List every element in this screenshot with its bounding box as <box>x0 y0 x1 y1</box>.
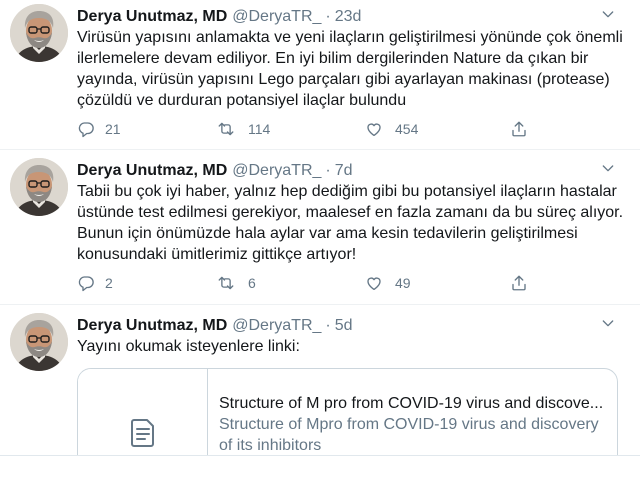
tweet-divider <box>0 304 640 305</box>
avatar-image <box>10 158 68 216</box>
reply-button[interactable] <box>77 272 95 294</box>
more-options-button[interactable] <box>600 6 616 22</box>
reply-icon <box>78 276 94 292</box>
chevron-down-icon <box>602 320 614 327</box>
avatar[interactable] <box>10 4 68 62</box>
like-count: 49 <box>395 275 411 291</box>
more-options-button[interactable] <box>600 315 616 331</box>
retweet-button[interactable] <box>217 272 235 294</box>
avatar-image <box>10 4 68 62</box>
reply-count: 21 <box>105 121 121 137</box>
chevron-down-icon <box>602 165 614 172</box>
heart-icon <box>367 123 381 137</box>
tweet[interactable]: Derya Unutmaz, MD @DeryaTR_ · 5d Yayını oku… <box>0 309 640 455</box>
reply-button[interactable] <box>77 118 95 140</box>
link-card-title: Structure of M pro from COVID-19 virus a… <box>219 395 604 412</box>
link-card-media <box>78 369 208 455</box>
avatar[interactable] <box>10 158 68 216</box>
author-handle[interactable]: @DeryaTR_ <box>232 162 321 179</box>
document-icon <box>130 419 154 447</box>
retweet-count: 6 <box>248 275 256 291</box>
retweet-icon <box>218 122 234 136</box>
avatar-image <box>10 313 68 371</box>
like-button[interactable] <box>365 118 383 140</box>
author-name[interactable]: Derya Unutmaz, MD <box>77 317 227 334</box>
tweet-text: Tabii bu çok iyi haber, yalnız hep dediğ… <box>77 183 624 263</box>
tweet-text: Virüsün yapısını anlamakta ve yeni ilaçl… <box>77 29 623 109</box>
author-handle[interactable]: @DeryaTR_ <box>232 8 321 25</box>
chevron-down-icon <box>602 11 614 18</box>
tweet[interactable]: Derya Unutmaz, MD @DeryaTR_ · 7d Tabii bu ç… <box>0 154 640 304</box>
timeline: Derya Unutmaz, MD @DeryaTR_ · 23d Virüsün y… <box>0 0 640 456</box>
tweet-header: Derya Unutmaz, MD @DeryaTR_ · 23d <box>77 6 633 27</box>
reply-icon <box>78 122 94 138</box>
author-name[interactable]: Derya Unutmaz, MD <box>77 162 227 179</box>
separator-dot: · <box>325 8 331 25</box>
retweet-count: 114 <box>248 121 271 137</box>
share-icon <box>512 275 526 291</box>
avatar[interactable] <box>10 313 68 371</box>
tweet-text: Yayını okumak isteyenlere linki: <box>77 338 300 355</box>
share-button[interactable] <box>510 118 528 140</box>
tweet-header: Derya Unutmaz, MD @DeryaTR_ · 5d <box>77 315 633 336</box>
retweet-button[interactable] <box>217 118 235 140</box>
separator-dot: · <box>325 317 331 334</box>
tweet[interactable]: Derya Unutmaz, MD @DeryaTR_ · 23d Virüsün y… <box>0 0 640 150</box>
link-card-description: Structure of Mpro from COVID-19 virus an… <box>219 416 599 454</box>
timestamp[interactable]: 23d <box>335 8 362 25</box>
action-bar: 21 114 454 <box>77 118 633 140</box>
action-bar: 2 6 49 <box>77 272 633 294</box>
tweet-header: Derya Unutmaz, MD @DeryaTR_ · 7d <box>77 160 633 181</box>
author-handle[interactable]: @DeryaTR_ <box>232 317 321 334</box>
like-count: 454 <box>395 121 419 137</box>
link-card-text: Structure of M pro from COVID-19 virus a… <box>208 369 617 455</box>
more-options-button[interactable] <box>600 160 616 176</box>
share-icon <box>512 121 526 137</box>
like-button[interactable] <box>365 272 383 294</box>
heart-icon <box>367 277 381 291</box>
reply-count: 2 <box>105 275 113 291</box>
link-card[interactable]: Structure of M pro from COVID-19 virus a… <box>77 368 618 455</box>
share-button[interactable] <box>510 272 528 294</box>
timestamp[interactable]: 7d <box>335 162 353 179</box>
tweet-divider <box>0 149 640 150</box>
author-name[interactable]: Derya Unutmaz, MD <box>77 8 227 25</box>
retweet-icon <box>218 276 234 290</box>
timestamp[interactable]: 5d <box>335 317 353 334</box>
separator-dot: · <box>325 162 331 179</box>
